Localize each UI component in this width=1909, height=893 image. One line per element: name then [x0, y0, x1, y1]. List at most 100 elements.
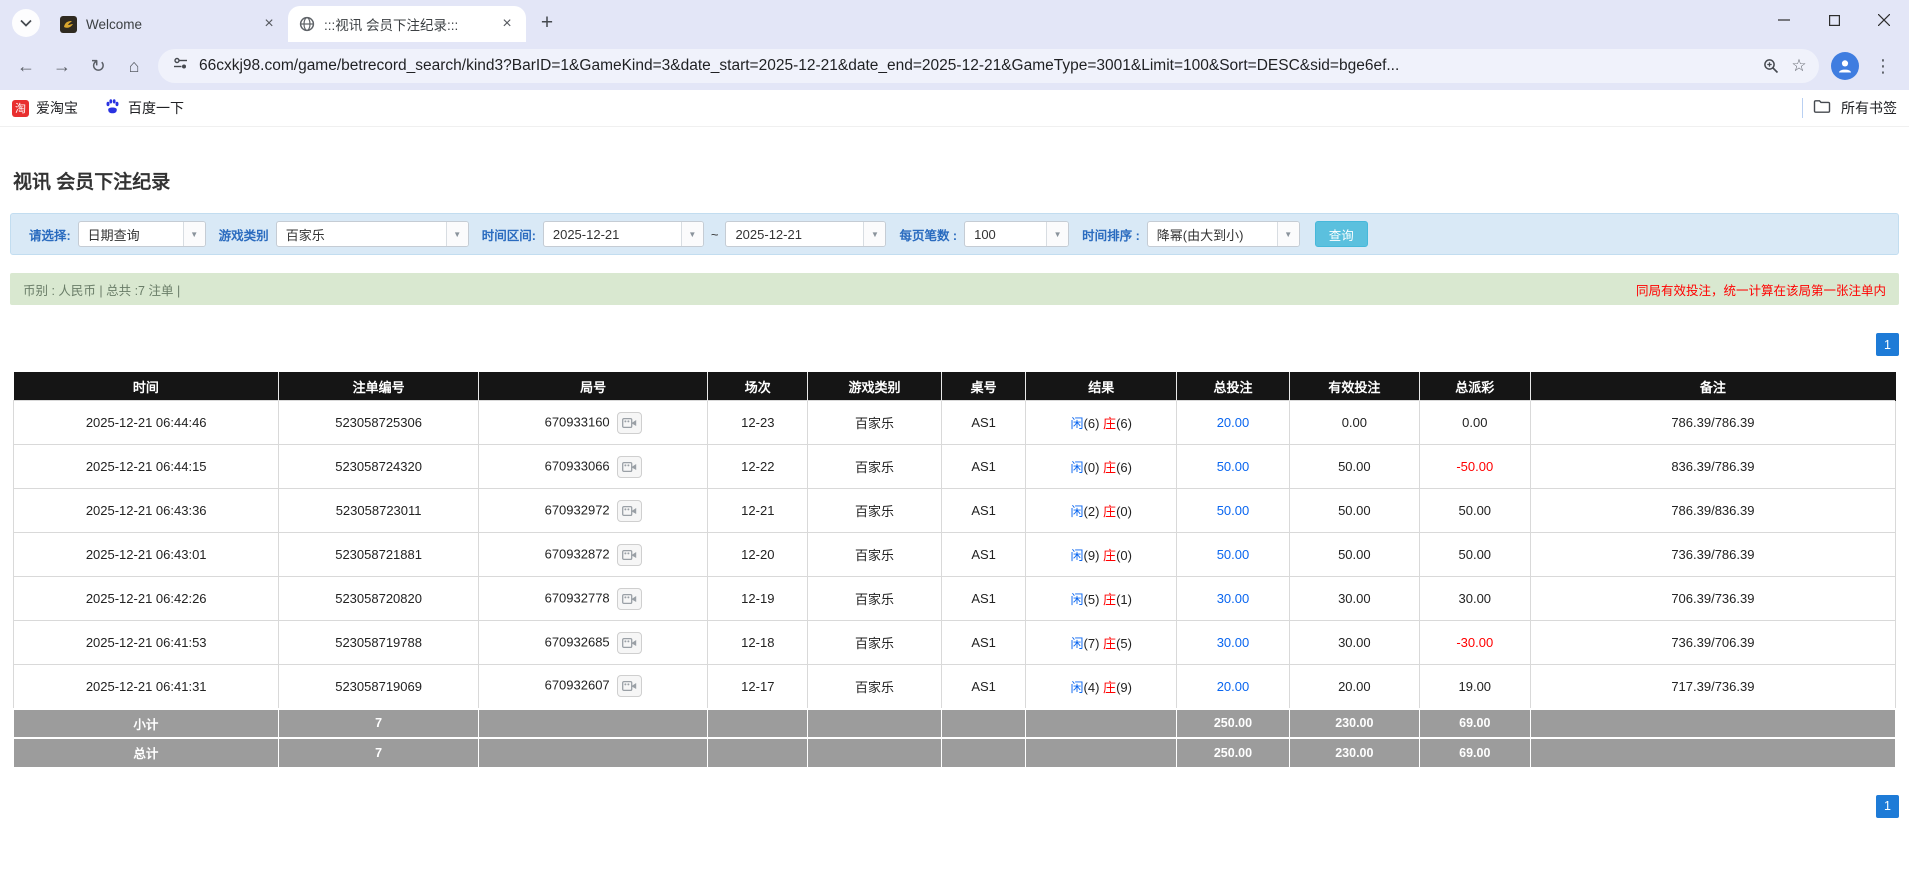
- currency-summary-text: 币别 : 人民币 | 总共 :7 注单 |: [23, 280, 180, 299]
- table-row: 2025-12-21 06:41:31523058719069670932607…: [14, 665, 1896, 709]
- all-bookmarks-label[interactable]: 所有书签: [1841, 98, 1897, 118]
- cell-round-id: 670932607: [478, 665, 708, 709]
- column-header: 桌号: [941, 373, 1026, 401]
- bookmark-star-icon[interactable]: ☆: [1785, 52, 1813, 80]
- site-info-icon[interactable]: [172, 55, 189, 77]
- tab-search-button[interactable]: [12, 9, 40, 37]
- cell-total-bet[interactable]: 30.00: [1177, 577, 1290, 621]
- bookmarks-bar: 淘 爱淘宝 百度一下 所有书签: [0, 90, 1909, 127]
- cell-time: 2025-12-21 06:41:31: [14, 665, 279, 709]
- table-row: 2025-12-21 06:44:46523058725306670933160…: [14, 401, 1896, 445]
- tab-bet-records[interactable]: :::视讯 会员下注纪录::: ×: [288, 6, 526, 42]
- cell-bet-id: 523058725306: [279, 401, 478, 445]
- dropdown-arrow-icon[interactable]: ▼: [446, 222, 468, 246]
- bookmark-baidu[interactable]: 百度一下: [104, 98, 184, 118]
- cell-game-type: 百家乐: [808, 621, 942, 665]
- date-end-select[interactable]: 2025-12-21 ▼: [725, 221, 886, 247]
- home-icon[interactable]: ⌂: [116, 48, 152, 84]
- maximize-button[interactable]: [1809, 0, 1859, 40]
- cell-total-bet[interactable]: 50.00: [1177, 489, 1290, 533]
- query-mode-label: 请选择:: [29, 225, 71, 244]
- page-number-button[interactable]: 1: [1876, 333, 1899, 356]
- page-number-button[interactable]: 1: [1876, 795, 1899, 818]
- result-banker-score: (6): [1116, 416, 1132, 431]
- result-banker-score: (9): [1116, 680, 1132, 695]
- address-bar[interactable]: 66cxkj98.com/game/betrecord_search/kind3…: [158, 49, 1819, 83]
- page-title: 视讯 会员下注纪录: [13, 167, 1909, 191]
- video-replay-button[interactable]: [617, 588, 642, 610]
- subtotal-row: 小计7250.00230.0069.00: [14, 709, 1896, 738]
- dropdown-arrow-icon[interactable]: ▼: [1277, 222, 1299, 246]
- total-bet-link[interactable]: 50.00: [1217, 503, 1250, 518]
- footer-empty-cell: [1026, 709, 1177, 738]
- cell-game-type: 百家乐: [808, 577, 942, 621]
- cell-session: 12-21: [708, 489, 808, 533]
- game-kind-select[interactable]: 百家乐 ▼: [276, 221, 469, 247]
- globe-icon: [298, 16, 315, 33]
- cell-total-bet[interactable]: 20.00: [1177, 401, 1290, 445]
- browser-menu-icon[interactable]: ⋮: [1865, 48, 1901, 84]
- dropdown-arrow-icon[interactable]: ▼: [183, 222, 205, 246]
- dropdown-arrow-icon[interactable]: ▼: [681, 222, 703, 246]
- video-replay-button[interactable]: [617, 632, 642, 654]
- per-page-label: 每页笔数 :: [899, 225, 957, 244]
- cell-total-bet[interactable]: 20.00: [1177, 665, 1290, 709]
- forward-icon[interactable]: →: [44, 48, 80, 84]
- cell-table-no: AS1: [941, 445, 1026, 489]
- round-id-text: 670932872: [545, 546, 610, 561]
- cell-session: 12-17: [708, 665, 808, 709]
- minimize-button[interactable]: [1759, 0, 1809, 40]
- total-bet-link[interactable]: 30.00: [1217, 591, 1250, 606]
- window-controls: [1759, 0, 1909, 40]
- new-tab-button[interactable]: +: [532, 8, 562, 38]
- back-icon[interactable]: ←: [8, 48, 44, 84]
- per-page-select[interactable]: 100 ▼: [964, 221, 1069, 247]
- total-bet-link[interactable]: 50.00: [1217, 547, 1250, 562]
- video-replay-button[interactable]: [617, 675, 642, 697]
- bookmark-aitaobao[interactable]: 淘 爱淘宝: [12, 98, 78, 118]
- result-player-label: 闲: [1071, 416, 1084, 431]
- zoom-icon[interactable]: [1757, 52, 1785, 80]
- cell-session: 12-19: [708, 577, 808, 621]
- tab-welcome[interactable]: Welcome ×: [50, 6, 288, 42]
- close-window-button[interactable]: [1859, 0, 1909, 40]
- cell-total-bet[interactable]: 50.00: [1177, 445, 1290, 489]
- video-replay-button[interactable]: [617, 500, 642, 522]
- cell-round-id: 670932872: [478, 533, 708, 577]
- cell-session: 12-20: [708, 533, 808, 577]
- total-bet-link[interactable]: 20.00: [1217, 679, 1250, 694]
- footer-empty-cell: [478, 709, 708, 738]
- total-bet-link[interactable]: 50.00: [1217, 459, 1250, 474]
- search-button[interactable]: 查询: [1315, 221, 1368, 247]
- total-bet-link[interactable]: 30.00: [1217, 635, 1250, 650]
- sort-select[interactable]: 降幂(由大到小) ▼: [1147, 221, 1300, 247]
- column-header: 备注: [1530, 373, 1895, 401]
- dropdown-arrow-icon[interactable]: ▼: [1046, 222, 1068, 246]
- cell-note: 706.39/736.39: [1530, 577, 1895, 621]
- result-player-score: (2): [1084, 504, 1100, 519]
- dropdown-arrow-icon[interactable]: ▼: [863, 222, 885, 246]
- cell-bet-id: 523058720820: [279, 577, 478, 621]
- cell-note: 736.39/786.39: [1530, 533, 1895, 577]
- refresh-icon[interactable]: ↻: [80, 48, 116, 84]
- cell-total-bet[interactable]: 50.00: [1177, 533, 1290, 577]
- range-tilde: ~: [711, 227, 719, 242]
- cell-game-type: 百家乐: [808, 489, 942, 533]
- close-tab-icon[interactable]: ×: [260, 15, 278, 33]
- footer-empty-cell: [1530, 738, 1895, 767]
- total-bet-link[interactable]: 20.00: [1217, 415, 1250, 430]
- query-mode-select[interactable]: 日期查询 ▼: [78, 221, 206, 247]
- date-end-value: 2025-12-21: [726, 227, 863, 242]
- date-start-select[interactable]: 2025-12-21 ▼: [543, 221, 704, 247]
- profile-avatar[interactable]: [1831, 52, 1859, 80]
- video-replay-button[interactable]: [617, 456, 642, 478]
- video-replay-icon: [622, 461, 637, 473]
- close-tab-icon[interactable]: ×: [498, 15, 516, 33]
- sort-label: 时间排序 :: [1082, 225, 1140, 244]
- cell-time: 2025-12-21 06:42:26: [14, 577, 279, 621]
- url-text[interactable]: 66cxkj98.com/game/betrecord_search/kind3…: [199, 57, 1757, 75]
- video-replay-button[interactable]: [617, 412, 642, 434]
- video-replay-button[interactable]: [617, 544, 642, 566]
- pagination-bottom: 1: [10, 795, 1899, 818]
- cell-total-bet[interactable]: 30.00: [1177, 621, 1290, 665]
